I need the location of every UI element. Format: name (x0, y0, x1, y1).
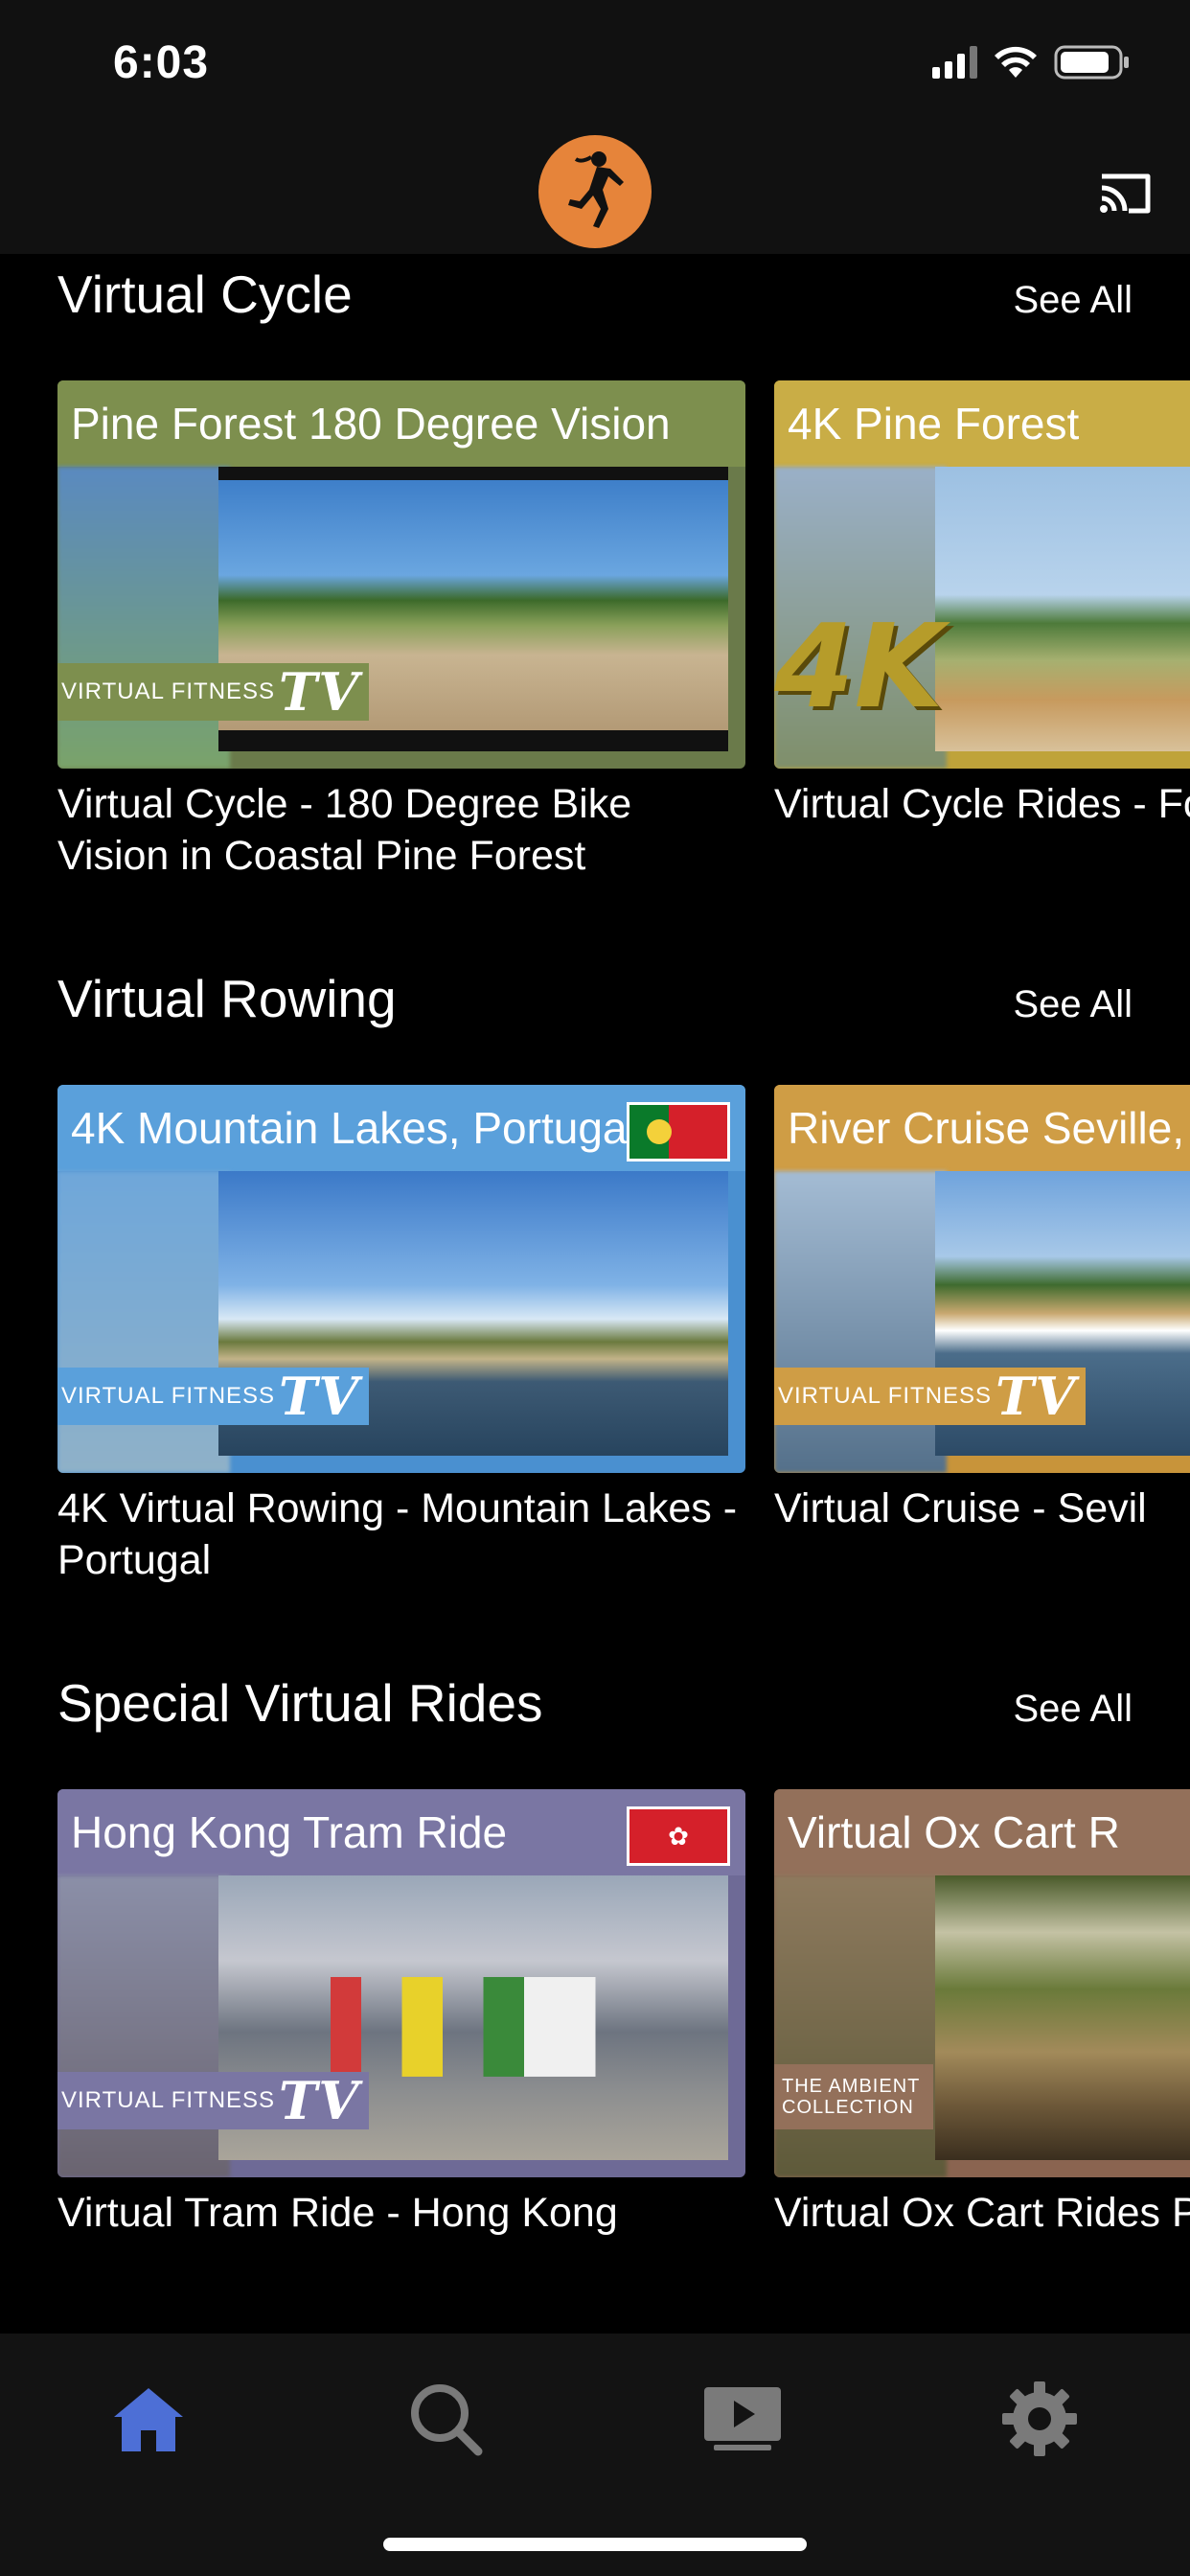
video-title: Virtual Ox Cart Rides Philippines (774, 2190, 1190, 2236)
content-feed[interactable]: Virtual Cycle See All Pine Forest 180 De… (0, 254, 1190, 2334)
virtual-fitness-tv-badge: VIRTUAL FITNESS TV (57, 1366, 370, 1427)
see-all-button[interactable]: See All (1013, 276, 1133, 324)
tab-home[interactable] (105, 2376, 192, 2462)
hong-kong-flag-icon: ✿ (627, 1806, 730, 1866)
virtual-fitness-tv-badge: VIRTUAL FITNESS TV (57, 661, 370, 723)
video-thumbnail: 4K Pine Forest 4K (774, 380, 1190, 769)
gear-icon (1002, 2381, 1077, 2456)
video-thumbnail: 4K Mountain Lakes, Portugal VIRTUAL FITN… (57, 1085, 745, 1473)
video-card[interactable]: Virtual Ox Cart R THE AMBIENT COLLECTION… (774, 1789, 1190, 2239)
virtual-fitness-tv-badge: VIRTUAL FITNESS TV (57, 2070, 370, 2131)
video-title: Virtual Cycle Rides - Forest (774, 781, 1190, 827)
search-icon (411, 2384, 483, 2456)
video-title: Virtual Tram Ride - Hong Kong (57, 2190, 618, 2236)
battery-icon (1054, 45, 1129, 80)
video-card[interactable]: River Cruise Seville, S VIRTUAL FITNESS T… (774, 1085, 1190, 1534)
thumbnail-side-blur (57, 1171, 230, 1473)
see-all-button[interactable]: See All (1013, 1685, 1133, 1733)
app-header (0, 134, 1190, 254)
video-title: Virtual Cycle - 180 Degree Bike Vision i… (57, 781, 632, 879)
section-virtual-rowing: Virtual Rowing See All 4K Mountain Lakes… (0, 963, 1190, 1668)
section-title: Special Virtual Rides (57, 1673, 543, 1733)
section-title: Virtual Rowing (57, 969, 397, 1028)
ambient-collection-badge: THE AMBIENT COLLECTION (774, 2064, 933, 2129)
thumbnail-banner: Pine Forest 180 Degree Vision (57, 380, 745, 467)
section-title: Virtual Cycle (57, 264, 353, 324)
status-icons (932, 44, 1131, 80)
tab-settings[interactable] (996, 2376, 1083, 2462)
video-thumbnail: River Cruise Seville, S VIRTUAL FITNESS T… (774, 1085, 1190, 1473)
video-thumbnail: Hong Kong Tram Ride ✿ VIRTUAL FITNESS TV (57, 1789, 745, 2177)
section-virtual-cycle: Virtual Cycle See All Pine Forest 180 De… (0, 259, 1190, 963)
video-card[interactable]: Hong Kong Tram Ride ✿ VIRTUAL FITNESS TV … (57, 1789, 745, 2239)
cast-icon[interactable] (1094, 163, 1156, 224)
wifi-icon (995, 46, 1037, 78)
video-thumbnail: Pine Forest 180 Degree Vision VIRTUAL FI… (57, 380, 745, 769)
thumbnail-side-blur (774, 1171, 947, 1473)
video-title: 4K Virtual Rowing - Mountain Lakes - Por… (57, 1485, 738, 1583)
section-special-virtual-rides: Special Virtual Rides See All Hong Kong … (0, 1668, 1190, 2334)
home-icon (114, 2388, 183, 2451)
play-video-icon (704, 2387, 781, 2450)
status-bar: 6:03 (0, 0, 1190, 134)
thumbnail-banner: Virtual Ox Cart R (774, 1789, 1190, 1875)
thumbnail-banner: River Cruise Seville, S (774, 1085, 1190, 1171)
thumbnail-side-blur (57, 467, 230, 769)
cellular-signal-icon (932, 46, 977, 79)
portugal-flag-icon (627, 1102, 730, 1162)
virtual-fitness-tv-badge: VIRTUAL FITNESS TV (774, 1366, 1087, 1427)
thumbnail-side-blur (57, 1875, 230, 2177)
video-card[interactable]: 4K Pine Forest 4K Virtual Cycle Rides - … (774, 380, 1190, 830)
see-all-button[interactable]: See All (1013, 980, 1133, 1028)
tab-search[interactable] (402, 2376, 489, 2462)
tab-videos[interactable] (699, 2376, 786, 2462)
video-card[interactable]: Pine Forest 180 Degree Vision VIRTUAL FI… (57, 380, 745, 882)
thumbnail-banner: 4K Pine Forest (774, 380, 1190, 467)
thumbnail-photo (935, 467, 1190, 751)
video-card[interactable]: 4K Mountain Lakes, Portugal VIRTUAL FITN… (57, 1085, 745, 1586)
thumbnail-photo (935, 1875, 1190, 2160)
home-indicator[interactable] (383, 2538, 807, 2551)
status-time: 6:03 (113, 37, 210, 88)
video-thumbnail: Virtual Ox Cart R THE AMBIENT COLLECTION (774, 1789, 1190, 2177)
thumbnail-side-blur (774, 1875, 947, 2177)
video-title: Virtual Cruise - Sevil (774, 1485, 1147, 1531)
4k-logo-overlay: 4K (774, 601, 944, 734)
app-logo-runner-icon[interactable] (538, 134, 652, 249)
